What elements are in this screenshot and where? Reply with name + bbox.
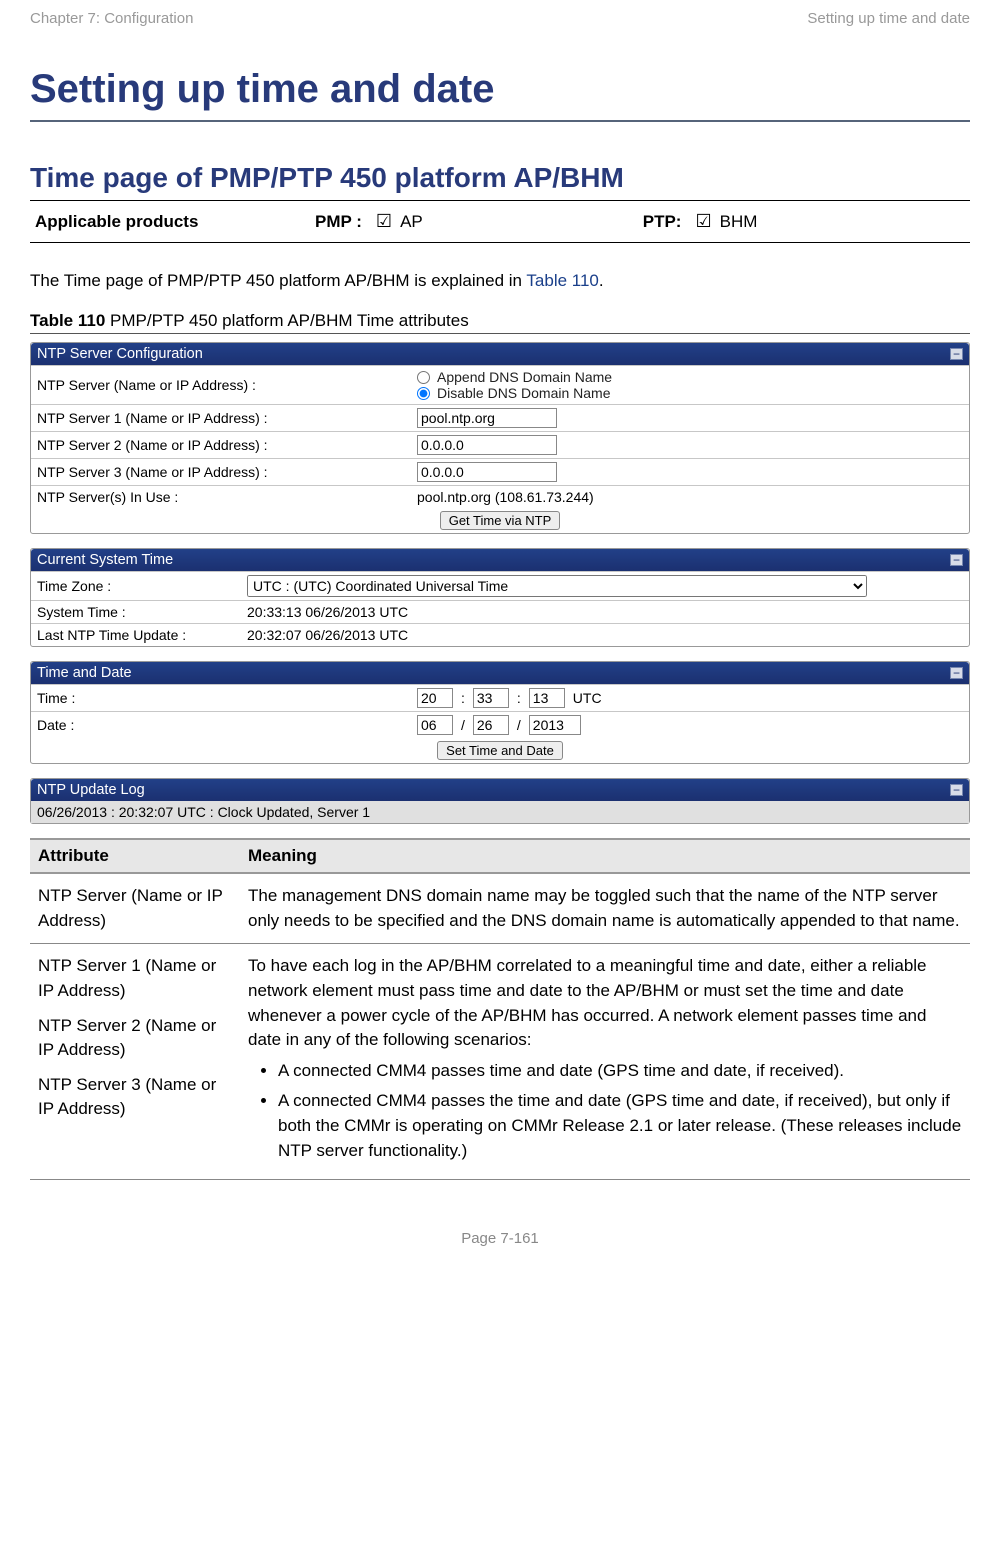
collapse-icon[interactable]: −	[950, 554, 963, 566]
ntp-inuse-value: pool.ntp.org (108.61.73.244)	[411, 486, 969, 509]
bullet-cmm4-1: A connected CMM4 passes time and date (G…	[278, 1059, 962, 1084]
caption-bold: Table 110	[30, 311, 105, 330]
attr-name-ntp-server1: NTP Server 1 (Name or IP Address)	[38, 954, 232, 1003]
current-system-time-panel: Current System Time − Time Zone : UTC : …	[30, 548, 970, 647]
intro-post: .	[599, 271, 604, 290]
append-dns-label: Append DNS Domain Name	[437, 369, 612, 385]
time-ss-input[interactable]	[529, 688, 565, 708]
attributes-table: Attribute Meaning NTP Server (Name or IP…	[30, 838, 970, 1180]
ntp-server-label: NTP Server (Name or IP Address) :	[31, 366, 411, 405]
system-time-label: System Time :	[31, 601, 241, 624]
table-caption: Table 110 PMP/PTP 450 platform AP/BHM Ti…	[30, 311, 970, 331]
h1-rule	[30, 120, 970, 122]
ptp-check-icon: ☑	[695, 211, 711, 232]
collapse-icon[interactable]: −	[950, 784, 963, 796]
time-mm-input[interactable]	[473, 688, 509, 708]
ntp-server2-input[interactable]	[417, 435, 557, 455]
ntp-server3-input[interactable]	[417, 462, 557, 482]
col-header-meaning: Meaning	[240, 839, 970, 873]
applicable-products-label: Applicable products	[35, 212, 315, 232]
date-mo-input[interactable]	[417, 715, 453, 735]
ntp-server3-label: NTP Server 3 (Name or IP Address) :	[31, 459, 411, 486]
page-title-h2: Time page of PMP/PTP 450 platform AP/BHM	[30, 162, 970, 194]
system-time-value: 20:33:13 06/26/2013 UTC	[241, 601, 969, 624]
attr-name-ntp-server3: NTP Server 3 (Name or IP Address)	[38, 1073, 232, 1122]
time-label: Time :	[31, 685, 411, 712]
attr-name-ntp-server: NTP Server (Name or IP Address)	[30, 873, 240, 944]
td-panel-title: Time and Date	[37, 665, 132, 681]
ntp-server1-input[interactable]	[417, 408, 557, 428]
time-zone-select[interactable]: UTC : (UTC) Coordinated Universal Time	[247, 575, 867, 597]
table-110-link[interactable]: Table 110	[526, 271, 598, 290]
intro-paragraph: The Time page of PMP/PTP 450 platform AP…	[30, 271, 970, 291]
ntp-panel-title: NTP Server Configuration	[37, 346, 203, 362]
log-entry: 06/26/2013 : 20:32:07 UTC : Clock Update…	[31, 801, 969, 823]
disable-dns-radio[interactable]	[417, 387, 430, 400]
last-ntp-label: Last NTP Time Update :	[31, 624, 241, 647]
ntp-server2-label: NTP Server 2 (Name or IP Address) :	[31, 432, 411, 459]
intro-pre: The Time page of PMP/PTP 450 platform AP…	[30, 271, 526, 290]
collapse-icon[interactable]: −	[950, 348, 963, 360]
pmp-value: AP	[400, 212, 423, 232]
ptp-label: PTP:	[643, 212, 682, 232]
pmp-label: PMP :	[315, 212, 362, 232]
section-label: Setting up time and date	[807, 10, 970, 27]
bullet-cmm4-2: A connected CMM4 passes the time and dat…	[278, 1089, 962, 1163]
page-footer: Page 7-161	[30, 1230, 970, 1247]
attr-meaning-ntp-servers: To have each log in the AP/BHM correlate…	[248, 954, 962, 1053]
time-hh-input[interactable]	[417, 688, 453, 708]
set-time-date-button[interactable]: Set Time and Date	[437, 741, 563, 760]
disable-dns-label: Disable DNS Domain Name	[437, 385, 611, 401]
ntp-inuse-label: NTP Server(s) In Use :	[31, 486, 411, 509]
caption-rest: PMP/PTP 450 platform AP/BHM Time attribu…	[105, 311, 468, 330]
log-panel-title: NTP Update Log	[37, 782, 145, 798]
ptp-value: BHM	[720, 212, 758, 232]
caption-rule	[30, 333, 970, 334]
cst-panel-title: Current System Time	[37, 552, 173, 568]
time-and-date-panel: Time and Date − Time : : : UTC Date : / …	[30, 661, 970, 764]
date-label: Date :	[31, 712, 411, 739]
time-zone-label: Time Zone :	[31, 572, 241, 601]
date-da-input[interactable]	[473, 715, 509, 735]
append-dns-radio[interactable]	[417, 371, 430, 384]
ntp-update-log-panel: NTP Update Log − 06/26/2013 : 20:32:07 U…	[30, 778, 970, 824]
get-time-ntp-button[interactable]: Get Time via NTP	[440, 511, 561, 530]
time-tz-label: UTC	[573, 690, 602, 706]
col-header-attribute: Attribute	[30, 839, 240, 873]
pmp-check-icon: ☑	[376, 211, 392, 232]
date-yr-input[interactable]	[529, 715, 581, 735]
last-ntp-value: 20:32:07 06/26/2013 UTC	[241, 624, 969, 647]
page-title-h1: Setting up time and date	[30, 67, 970, 112]
chapter-label: Chapter 7: Configuration	[30, 10, 193, 27]
applicable-products-row: Applicable products PMP : ☑ AP PTP: ☑ BH…	[30, 201, 970, 243]
attr-meaning-ntp-server: The management DNS domain name may be to…	[240, 873, 970, 944]
attr-name-ntp-server2: NTP Server 2 (Name or IP Address)	[38, 1014, 232, 1063]
ntp-server-config-panel: NTP Server Configuration − NTP Server (N…	[30, 342, 970, 534]
collapse-icon[interactable]: −	[950, 667, 963, 679]
ntp-server1-label: NTP Server 1 (Name or IP Address) :	[31, 405, 411, 432]
